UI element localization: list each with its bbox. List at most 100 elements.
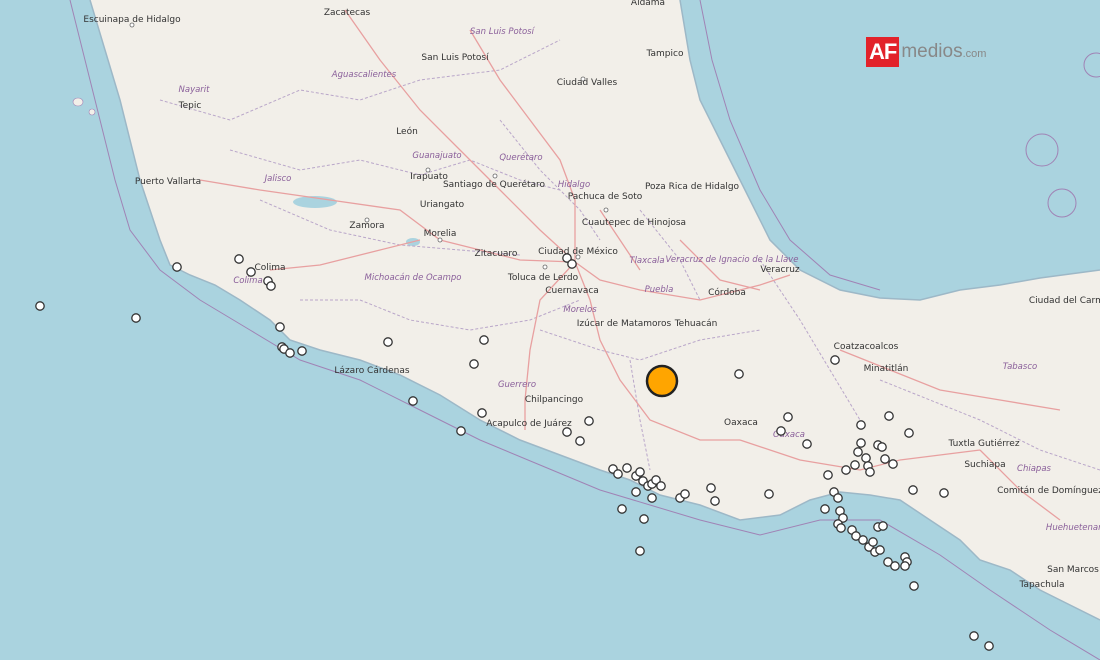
aftershock-marker[interactable]	[647, 493, 657, 503]
map[interactable]: Escuinapa de Hidalgo Zacatecas San Luis …	[0, 0, 1100, 660]
aftershock-marker[interactable]	[868, 537, 878, 547]
aftershock-marker[interactable]	[297, 346, 307, 356]
city-label: Puerto Vallarta	[135, 177, 201, 187]
aftershock-marker[interactable]	[246, 267, 256, 277]
aftershock-marker[interactable]	[275, 322, 285, 332]
city-label: Pachuca de Soto	[568, 192, 643, 202]
maritime-ring	[1047, 188, 1077, 218]
city-label: Tapachula	[1018, 580, 1064, 590]
city-label: Acapulco de Juárez	[486, 419, 572, 429]
state-label: Guanajuato	[412, 151, 461, 161]
maritime-ring	[1025, 133, 1059, 167]
aftershock-marker[interactable]	[131, 313, 141, 323]
aftershock-marker[interactable]	[841, 465, 851, 475]
aftershock-marker[interactable]	[35, 301, 45, 311]
aftershock-marker[interactable]	[888, 459, 898, 469]
maritime-ring	[1083, 52, 1100, 78]
state-label: Tlaxcala	[629, 256, 664, 266]
aftershock-marker[interactable]	[635, 546, 645, 556]
aftershock-marker[interactable]	[858, 535, 868, 545]
aftershock-marker[interactable]	[567, 259, 577, 269]
state-label: Huehuetenango	[1046, 523, 1100, 533]
city-label: Oaxaca	[724, 418, 758, 428]
aftershock-marker[interactable]	[877, 442, 887, 452]
city-label: Córdoba	[708, 287, 746, 298]
state-label: Jalisco	[263, 174, 292, 184]
state-label: San Luis Potosí	[470, 27, 536, 37]
aftershock-marker[interactable]	[776, 426, 786, 436]
aftershock-marker[interactable]	[856, 438, 866, 448]
aftershock-marker[interactable]	[575, 436, 585, 446]
logo-mark: AF	[866, 37, 900, 67]
mainshock-marker[interactable]	[645, 364, 679, 398]
state-label: Guerrero	[498, 380, 536, 390]
aftershock-marker[interactable]	[836, 523, 846, 533]
aftershock-marker[interactable]	[880, 454, 890, 464]
aftershock-marker[interactable]	[622, 463, 632, 473]
aftershock-marker[interactable]	[802, 439, 812, 449]
city-label: Ciudad del Carmen	[1029, 296, 1100, 306]
aftershock-marker[interactable]	[878, 521, 888, 531]
aftershock-marker[interactable]	[635, 467, 645, 477]
city-label: Santiago de Querétaro	[443, 179, 546, 190]
aftershock-marker[interactable]	[833, 493, 843, 503]
state-label: Colima	[233, 276, 262, 286]
aftershock-marker[interactable]	[909, 581, 919, 591]
aftershock-marker[interactable]	[234, 254, 244, 264]
aftershock-marker[interactable]	[820, 504, 830, 514]
aftershock-marker[interactable]	[613, 469, 623, 479]
aftershock-marker[interactable]	[734, 369, 744, 379]
city-label: Zitacuaro	[475, 249, 518, 259]
city-label: Zamora	[349, 221, 384, 231]
state-label: Hidalgo	[558, 180, 590, 190]
aftershock-marker[interactable]	[861, 453, 871, 463]
city-label: Chilpancingo	[525, 395, 584, 405]
aftershock-marker[interactable]	[562, 427, 572, 437]
city-label: Cuautepec de Hinojosa	[582, 218, 686, 228]
aftershock-marker[interactable]	[884, 411, 894, 421]
aftershock-marker[interactable]	[764, 489, 774, 499]
aftershock-marker[interactable]	[984, 641, 994, 651]
aftershock-marker[interactable]	[631, 487, 641, 497]
aftershock-marker[interactable]	[383, 337, 393, 347]
state-label: Nayarit	[179, 85, 211, 95]
aftershock-marker[interactable]	[408, 396, 418, 406]
city-label: Suchiapa	[964, 460, 1005, 470]
aftershock-marker[interactable]	[479, 335, 489, 345]
aftershock-marker[interactable]	[783, 412, 793, 422]
aftershock-marker[interactable]	[830, 355, 840, 365]
aftershock-marker[interactable]	[904, 428, 914, 438]
aftershock-marker[interactable]	[617, 504, 627, 514]
aftershock-marker[interactable]	[939, 488, 949, 498]
city-label: Tehuacán	[674, 319, 718, 329]
aftershock-marker[interactable]	[285, 348, 295, 358]
aftershock-marker[interactable]	[469, 359, 479, 369]
aftershock-marker[interactable]	[477, 408, 487, 418]
city-label: Zacatecas	[324, 8, 371, 18]
aftershock-marker[interactable]	[172, 262, 182, 272]
aftershock-marker[interactable]	[875, 545, 885, 555]
aftershock-marker[interactable]	[853, 447, 863, 457]
logo-text: medios	[901, 41, 963, 62]
aftershock-marker[interactable]	[706, 483, 716, 493]
aftershock-marker[interactable]	[900, 561, 910, 571]
aftershock-marker[interactable]	[656, 481, 666, 491]
aftershock-marker[interactable]	[856, 420, 866, 430]
aftershock-marker[interactable]	[850, 460, 860, 470]
aftershock-marker[interactable]	[639, 514, 649, 524]
aftershock-marker[interactable]	[823, 470, 833, 480]
city-label: Poza Rica de Hidalgo	[645, 182, 740, 192]
state-label: Veracruz de Ignacio de la Llave	[666, 255, 799, 265]
city-label: Cuernavaca	[545, 286, 599, 296]
aftershock-marker[interactable]	[584, 416, 594, 426]
city-label: Minatitlán	[864, 364, 909, 374]
aftershock-marker[interactable]	[456, 426, 466, 436]
aftershock-marker[interactable]	[908, 485, 918, 495]
aftershock-marker[interactable]	[890, 561, 900, 571]
aftershock-marker[interactable]	[266, 281, 276, 291]
aftershock-marker[interactable]	[969, 631, 979, 641]
city-label: Lázaro Cárdenas	[334, 366, 409, 376]
aftershock-marker[interactable]	[680, 489, 690, 499]
aftershock-marker[interactable]	[865, 467, 875, 477]
aftershock-marker[interactable]	[710, 496, 720, 506]
